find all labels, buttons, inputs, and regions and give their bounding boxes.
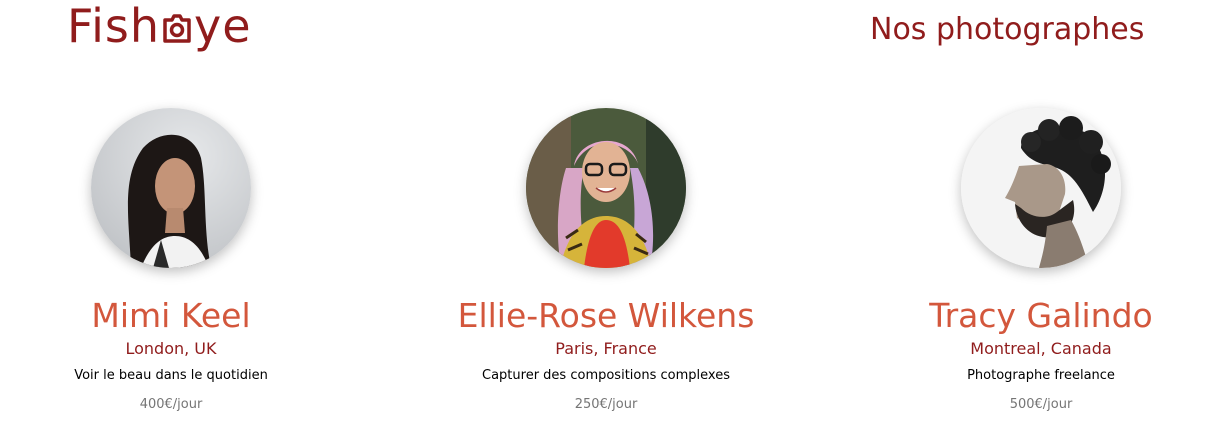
photographer-name[interactable]: Tracy Galindo bbox=[851, 296, 1227, 336]
photographer-location: Paris, France bbox=[555, 339, 657, 358]
photographer-portrait[interactable] bbox=[526, 108, 686, 268]
photographer-portrait[interactable] bbox=[91, 108, 251, 268]
page-title: Nos photographes bbox=[870, 12, 1145, 47]
camera-icon bbox=[161, 6, 193, 46]
photographer-tagline: Capturer des compositions complexes bbox=[482, 368, 730, 383]
photographer-price: 250€/jour bbox=[574, 397, 638, 412]
logo-text-right: ye bbox=[194, 0, 252, 53]
photographer-name[interactable]: Mimi Keel bbox=[0, 296, 361, 336]
photographer-card[interactable]: Tracy Galindo Montreal, Canada Photograp… bbox=[851, 108, 1227, 426]
photographer-price: 400€/jour bbox=[139, 397, 203, 412]
photographer-location: London, UK bbox=[125, 339, 217, 358]
photographer-location: Montreal, Canada bbox=[970, 339, 1112, 358]
photographer-portrait[interactable] bbox=[961, 108, 1121, 268]
photographer-tagline: Voir le beau dans le quotidien bbox=[74, 368, 268, 383]
photographer-card[interactable]: Ellie-Rose Wilkens Paris, France Capture… bbox=[416, 108, 796, 426]
photographer-price: 500€/jour bbox=[1009, 397, 1073, 412]
photographer-tagline: Photographe freelance bbox=[967, 368, 1115, 383]
photographer-card[interactable]: Mimi Keel London, UK Voir le beau dans l… bbox=[0, 108, 361, 426]
photographer-name[interactable]: Ellie-Rose Wilkens bbox=[416, 296, 796, 336]
fisheye-logo[interactable]: Fish ye bbox=[67, 0, 252, 52]
logo-text-left: Fish bbox=[67, 0, 161, 53]
